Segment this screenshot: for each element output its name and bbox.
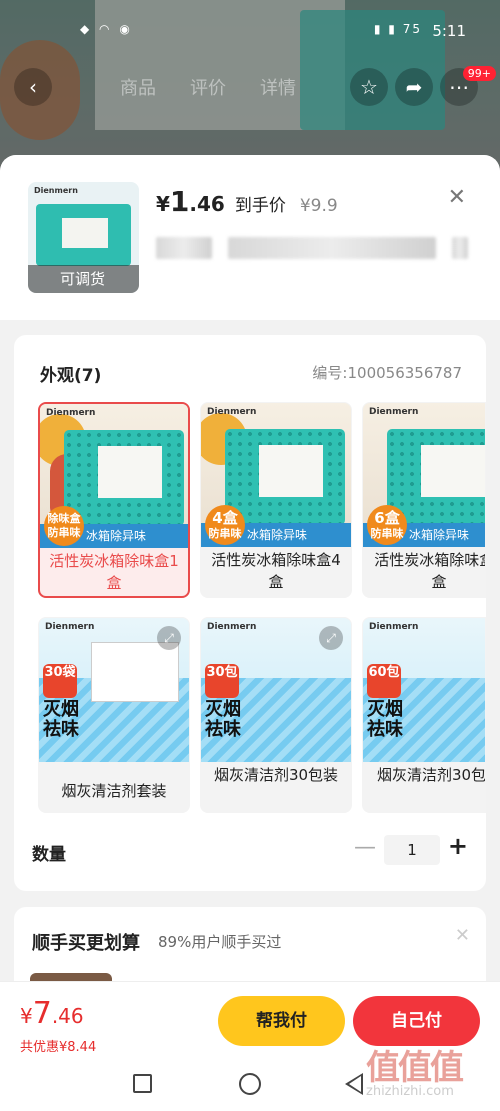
bg-tab-detail[interactable]: 详情 xyxy=(260,74,296,100)
addon-close-icon[interactable]: ✕ xyxy=(455,925,470,946)
option-image: Dienmern 冰箱除异味 除味盒 防串味 xyxy=(40,404,188,548)
option-count-badge: 30包 xyxy=(205,664,239,698)
brand-logo: Dienmern xyxy=(207,622,257,632)
box-label xyxy=(421,445,485,497)
option-1[interactable]: Dienmern 冰箱除异味 除味盒 防串味 活性炭冰箱除味盒1盒 xyxy=(38,402,190,598)
option-name: 烟灰清洁剂30包装 xyxy=(213,766,339,784)
total-price: ¥ 7 .46 xyxy=(20,996,84,1031)
option-name: 烟灰清洁剂30包装 xyxy=(376,766,486,784)
sku-code: 编号:100056356787 xyxy=(312,364,462,382)
status-bar: ◆ ◠ ◉ ▮ ▮ 75 5:11 xyxy=(0,0,500,56)
cleaner-pack xyxy=(91,642,179,702)
option-image: Dienmern 30袋 灭烟 祛味 ⤢ xyxy=(39,618,189,762)
addon-subtitle: 89%用户顺手买过 xyxy=(158,933,282,951)
back-nav-icon[interactable] xyxy=(345,1073,363,1095)
blurred-text xyxy=(452,237,468,259)
sheet-header: Dienmern 可调货 ¥ 1 .46 到手价 ¥9.9 ✕ xyxy=(0,155,500,320)
brand-logo: Dienmern xyxy=(207,407,257,417)
help-pay-button[interactable]: 帮我付 xyxy=(218,996,345,1046)
price-integer: 1 xyxy=(169,185,190,218)
brand-logo: Dienmern xyxy=(369,622,419,632)
bg-tab-review[interactable]: 评价 xyxy=(190,74,226,100)
option-4[interactable]: Dienmern 30袋 灭烟 祛味 ⤢ 烟灰清洁剂套装 xyxy=(38,617,190,813)
blurred-text xyxy=(228,237,436,259)
option-badge: 除味盒 防串味 xyxy=(44,506,84,546)
signal-icons: ▮ ▮ 75 xyxy=(373,22,422,36)
option-image: Dienmern 60包 灭烟 祛味 xyxy=(363,618,485,762)
option-2[interactable]: Dienmern 冰箱除异味 4盒 防串味 活性炭冰箱除味盒4盒 xyxy=(200,402,352,598)
price-decimal: .46 xyxy=(189,192,225,216)
total-currency: ¥ xyxy=(20,1004,33,1028)
option-name: 活性炭冰箱除味盒6盒 xyxy=(374,551,485,591)
zoom-icon[interactable]: ⤢ xyxy=(157,626,181,650)
box-label xyxy=(259,445,323,497)
original-price: ¥9.9 xyxy=(299,196,338,216)
close-icon[interactable]: ✕ xyxy=(448,185,466,210)
addon-title: 顺手买更划算 xyxy=(32,933,140,954)
favorite-icon[interactable]: ☆ xyxy=(350,68,388,106)
quantity-label: 数量 xyxy=(32,845,66,865)
home-icon[interactable] xyxy=(239,1073,261,1095)
option-6[interactable]: Dienmern 60包 灭烟祛味 烟灰清洁剂30包装 xyxy=(362,617,486,813)
box-label xyxy=(98,446,162,498)
to-hand-label: 到手价 xyxy=(234,196,286,216)
background-product-page: ◆ ◠ ◉ ▮ ▮ 75 5:11 ‹ 商品 评价 详情 ☆ ➦ ⋯ 99+ xyxy=(0,0,500,170)
option-3[interactable]: Dienmern 冰箱除异味 6盒防串味 活性炭冰箱除味盒6盒 xyxy=(362,402,486,598)
total-decimal: .46 xyxy=(51,1004,84,1028)
status-icons-left: ◆ ◠ ◉ xyxy=(80,22,133,36)
option-badge: 6盒 防串味 xyxy=(367,505,407,545)
price-row: ¥ 1 .46 到手价 ¥9.9 xyxy=(156,185,338,218)
option-slogan: 灭烟 祛味 xyxy=(367,699,403,740)
thumb-brand: Dienmern xyxy=(34,186,78,195)
option-name: 活性炭冰箱除味盒4盒 xyxy=(211,551,341,591)
thumb-product-label xyxy=(62,218,108,248)
option-name: 活性炭冰箱除味盒1盒 xyxy=(49,552,179,592)
cart-badge: 99+ xyxy=(462,66,496,81)
decrease-button[interactable]: — xyxy=(354,835,376,860)
option-image: Dienmern 冰箱除异味 4盒 防串味 xyxy=(201,403,351,547)
blurred-text xyxy=(156,237,212,259)
option-name: 烟灰清洁剂套装 xyxy=(61,782,167,800)
watermark-logo: 值值值 xyxy=(366,1048,464,1088)
option-count-badge: 60包 xyxy=(367,664,401,698)
brand-logo: Dienmern xyxy=(369,407,419,417)
brand-logo: Dienmern xyxy=(46,408,96,418)
option-slogan: 灭烟 祛味 xyxy=(43,699,79,740)
option-image: Dienmern 冰箱除异味 6盒 防串味 xyxy=(363,403,485,547)
appearance-card: 外观(7) 编号:100056356787 Dienmern 冰箱除异味 除味盒… xyxy=(14,335,486,891)
quantity-input[interactable]: 1 xyxy=(384,835,440,865)
back-icon[interactable]: ‹ xyxy=(14,68,52,106)
recents-icon[interactable] xyxy=(133,1074,152,1093)
option-badge: 4盒 防串味 xyxy=(205,505,245,545)
appearance-title: 外观(7) xyxy=(40,366,102,386)
option-count-badge: 30袋 xyxy=(43,664,77,698)
zoom-icon[interactable]: ⤢ xyxy=(319,626,343,650)
total-integer: 7 xyxy=(32,996,52,1031)
saved-amount: 共优惠¥8.44 xyxy=(20,1040,97,1055)
bg-tab-product[interactable]: 商品 xyxy=(120,74,156,100)
brand-logo: Dienmern xyxy=(45,622,95,632)
option-5[interactable]: Dienmern 30包 灭烟 祛味 ⤢ 烟灰清洁剂30包装 xyxy=(200,617,352,813)
thumb-tag: 可调货 xyxy=(28,265,139,293)
self-pay-button[interactable]: 自己付 xyxy=(353,996,480,1046)
increase-button[interactable]: + xyxy=(448,832,468,860)
price-currency: ¥ xyxy=(156,192,170,216)
watermark-url: zhizhizhi.com xyxy=(366,1084,454,1099)
share-icon[interactable]: ➦ xyxy=(395,68,433,106)
option-slogan: 灭烟 祛味 xyxy=(205,699,241,740)
option-image: Dienmern 30包 灭烟 祛味 ⤢ xyxy=(201,618,351,762)
watermark: 值值值 zhizhizhi.com xyxy=(366,1040,486,1110)
clock: 5:11 xyxy=(432,22,466,40)
sku-sheet: Dienmern 可调货 ¥ 1 .46 到手价 ¥9.9 ✕ 外观(7) 编号… xyxy=(0,155,500,1111)
product-thumbnail[interactable]: Dienmern 可调货 xyxy=(28,182,139,293)
